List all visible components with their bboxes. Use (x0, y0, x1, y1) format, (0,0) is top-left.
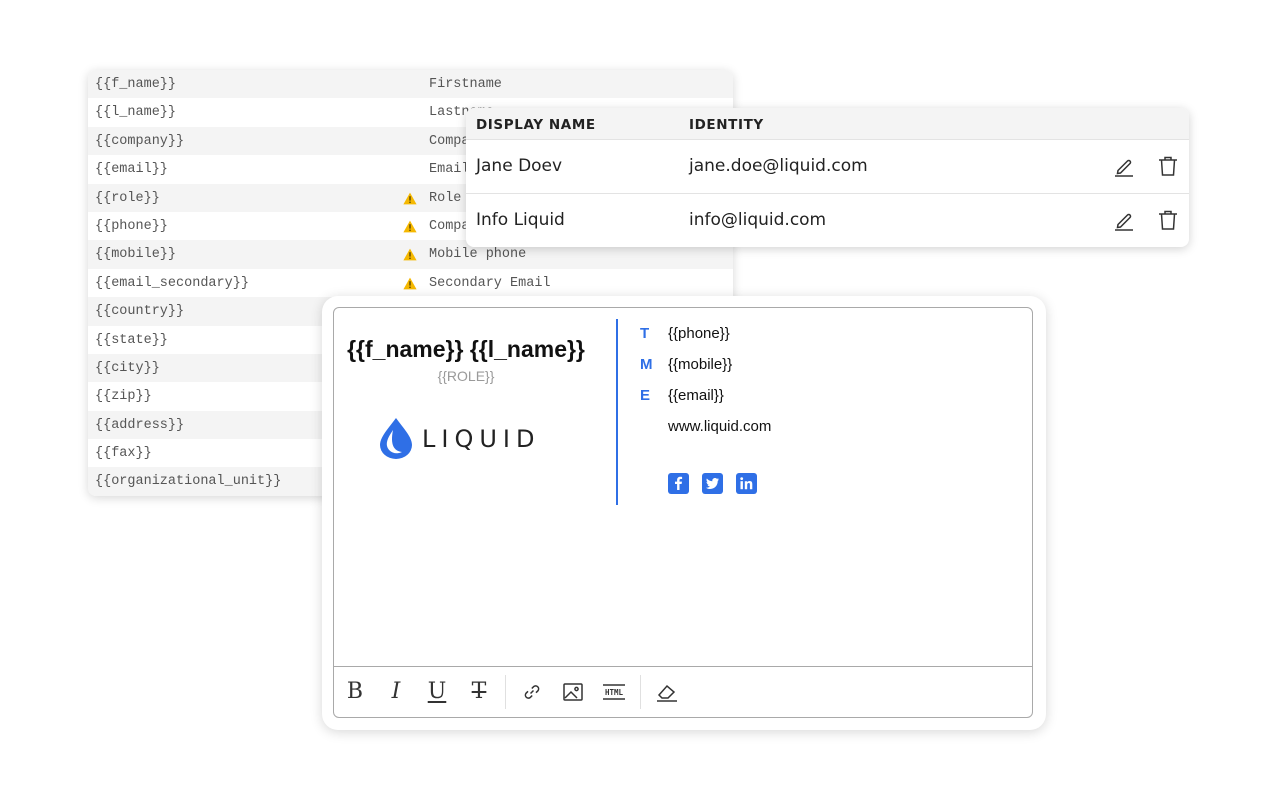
warning-icon (403, 220, 417, 233)
identities-table-header: DISPLAY NAME IDENTITY (466, 108, 1189, 140)
identity-email: jane.doe@liquid.com (689, 156, 868, 176)
italic-icon: I (391, 679, 401, 704)
contact-type-label: T (640, 325, 650, 342)
trash-icon (1156, 154, 1180, 178)
facebook-icon[interactable] (668, 473, 689, 494)
html-button[interactable]: HTML (601, 679, 627, 705)
variable-key: {{company}} (95, 133, 185, 149)
bold-icon: B (346, 679, 364, 704)
variable-label: Role (429, 190, 462, 206)
edit-button[interactable] (1112, 154, 1136, 178)
strikethrough-icon: T (471, 679, 487, 704)
edit-button[interactable] (1112, 208, 1136, 232)
identity-email: info@liquid.com (689, 210, 827, 230)
identities-table: DISPLAY NAME IDENTITY Jane Doev jane.doe@… (466, 108, 1189, 247)
delete-button[interactable] (1156, 154, 1180, 178)
link-icon (524, 685, 540, 699)
bold-button[interactable]: B (342, 679, 368, 705)
variable-key: {{email}} (95, 162, 168, 178)
contact-value: www.liquid.com (668, 418, 772, 435)
linkedin-icon[interactable] (736, 473, 757, 494)
variable-label: Email (429, 162, 470, 178)
logo-wordmark: LIQUID (422, 425, 540, 453)
signature-editor[interactable]: {{f_name}} {{l_name}} {{ROLE}} LIQUID T {… (333, 307, 1033, 718)
strikethrough-button[interactable]: T (466, 679, 492, 705)
signature-name: {{f_name}} {{l_name}} (347, 336, 585, 362)
variable-key: {{mobile}} (95, 247, 177, 263)
contact-value: {{phone}} (668, 325, 730, 342)
variable-label: Mobile phone (429, 247, 527, 263)
pencil-icon (1112, 154, 1136, 178)
toolbar-separator (640, 675, 641, 709)
variable-key: {{email_secondary}} (95, 275, 249, 291)
contact-value: {{email}} (668, 387, 724, 404)
link-button[interactable] (519, 679, 545, 705)
identity-display-name: Info Liquid (476, 210, 565, 230)
signature-editor-card: {{f_name}} {{l_name}} {{ROLE}} LIQUID T {… (322, 296, 1046, 730)
company-logo: LIQUID (378, 416, 558, 460)
clear-format-button[interactable] (654, 679, 680, 705)
contact-type-label: E (640, 387, 651, 404)
image-button[interactable] (560, 679, 586, 705)
variable-key: {{fax}} (95, 446, 152, 462)
column-header-display-name: DISPLAY NAME (476, 117, 596, 133)
variable-key: {{country}} (95, 304, 185, 320)
variable-key: {{f_name}} (95, 77, 177, 92)
toolbar-separator (505, 675, 506, 709)
variable-key: {{phone}} (95, 218, 168, 234)
warning-icon (403, 192, 417, 205)
warning-icon (403, 277, 417, 290)
pencil-icon (1112, 208, 1136, 232)
identity-row: Jane Doev jane.doe@liquid.com (466, 140, 1189, 194)
identity-display-name: Jane Doev (476, 156, 563, 176)
contact-type-label: M (640, 356, 653, 373)
variable-key: {{zip}} (95, 389, 152, 405)
signature-role: {{ROLE}} (437, 368, 495, 384)
variable-key: {{city}} (95, 360, 160, 376)
trash-icon (1156, 208, 1180, 232)
delete-button[interactable] (1156, 208, 1180, 232)
variable-row: {{f_name}} Firstname (88, 70, 733, 99)
variable-key: {{role}} (95, 190, 160, 206)
variable-label: Secondary Email (429, 275, 551, 291)
variable-row: {{email_secondary}} Secondary Email (88, 268, 733, 298)
twitter-icon[interactable] (702, 473, 723, 494)
editor-toolbar: B I U T HTML (334, 666, 1032, 717)
variable-label: Firstname (429, 77, 502, 92)
variable-key: {{address}} (95, 417, 185, 433)
contact-value: {{mobile}} (668, 356, 733, 373)
html-code-icon: HTML (603, 684, 625, 700)
italic-button[interactable]: I (383, 679, 409, 705)
underline-button[interactable]: U (424, 679, 450, 705)
variable-key: {{organizational_unit}} (95, 474, 282, 490)
underline-icon: U (427, 679, 447, 704)
column-header-identity: IDENTITY (689, 117, 764, 133)
image-icon (563, 683, 583, 701)
signature-divider (616, 319, 618, 505)
variable-key: {{state}} (95, 332, 168, 348)
svg-text:HTML: HTML (605, 688, 624, 697)
variable-key: {{l_name}} (95, 105, 177, 121)
warning-icon (403, 248, 417, 261)
eraser-icon (657, 684, 677, 702)
identity-row: Info Liquid info@liquid.com (466, 194, 1189, 247)
